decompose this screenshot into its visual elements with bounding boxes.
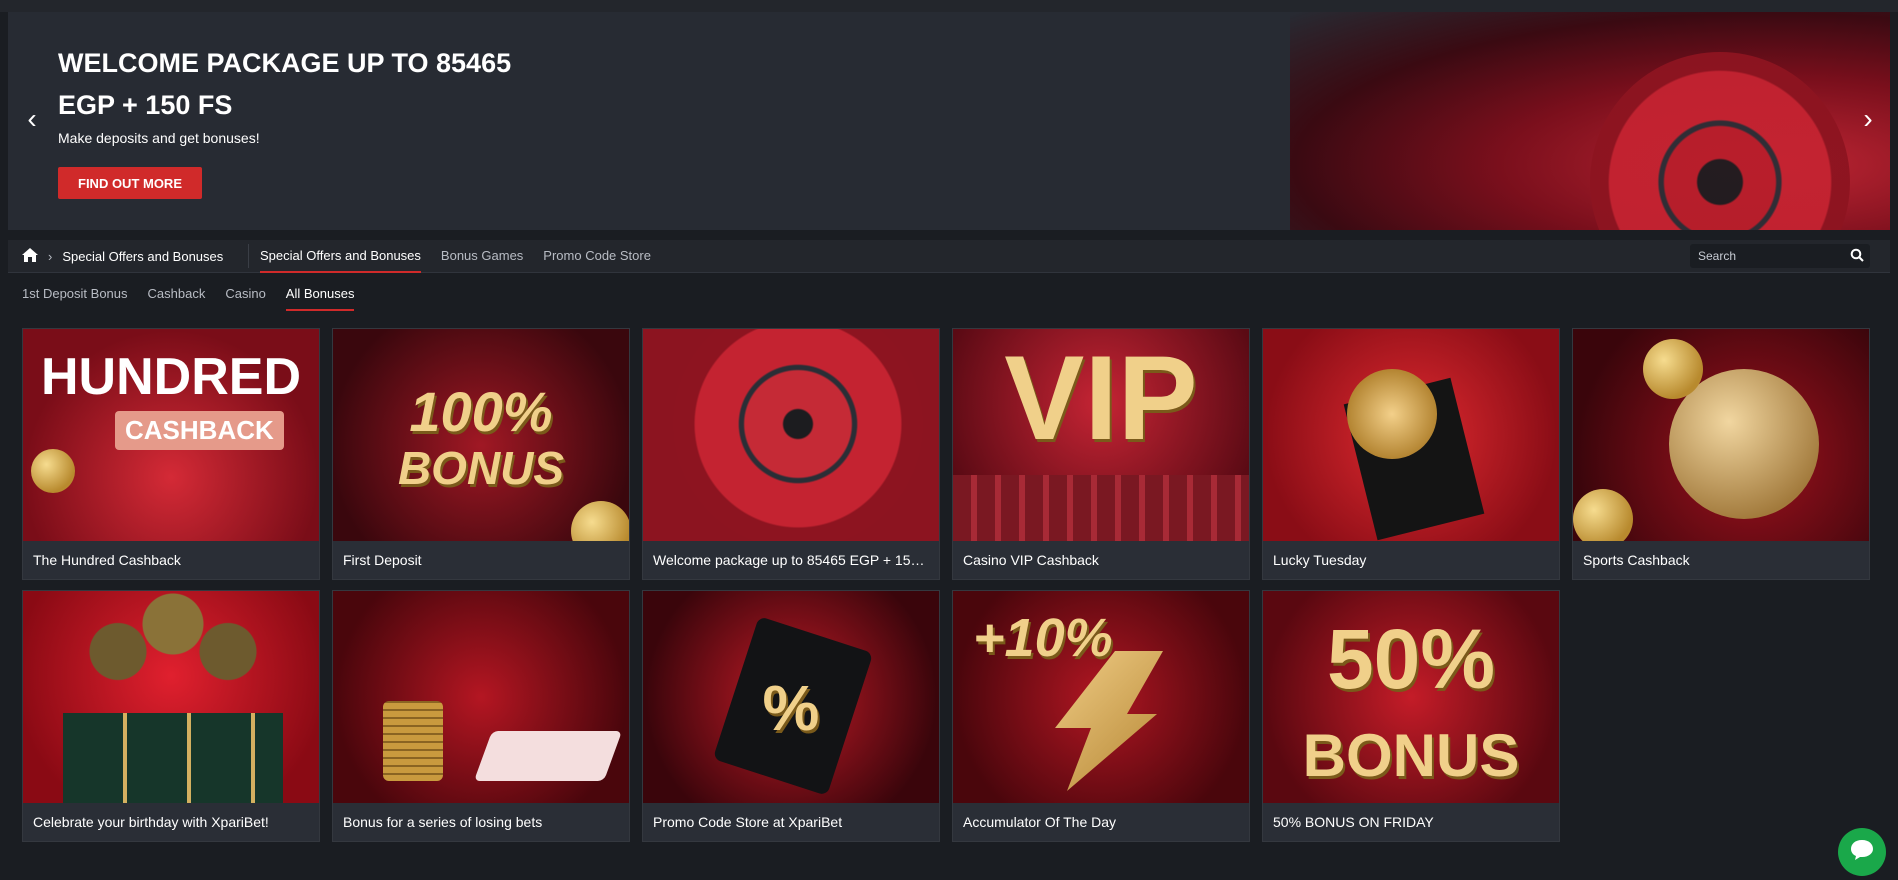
filter-casino[interactable]: Casino xyxy=(225,286,265,311)
find-out-more-button[interactable]: FIND OUT MORE xyxy=(58,167,202,199)
bonus-card-image: 100% BONUS xyxy=(333,329,629,541)
cash-stacks-image xyxy=(953,475,1249,541)
tab-bonus-games[interactable]: Bonus Games xyxy=(441,248,523,273)
gift-boxes-image xyxy=(63,713,283,803)
coin-stack-image xyxy=(383,701,443,781)
roulette-wheel-image xyxy=(1590,52,1850,230)
hero-subtitle: Make deposits and get bonuses! xyxy=(58,130,260,146)
bonus-card-image: 50% BONUS xyxy=(1263,591,1559,803)
card-art-text: +10% xyxy=(973,608,1113,668)
home-icon[interactable] xyxy=(22,248,38,265)
chevron-right-icon[interactable]: › xyxy=(1856,105,1880,133)
ball-image xyxy=(1573,489,1633,541)
bonus-card[interactable]: HUNDRED CASHBACK The Hundred Cashback xyxy=(22,328,320,580)
card-art-text: 50% xyxy=(1326,612,1496,706)
hero-banner[interactable]: WELCOME PACKAGE UP TO 85465 EGP + 150 FS… xyxy=(8,12,1890,230)
bonus-card-image: VIP xyxy=(953,329,1249,541)
divider xyxy=(248,244,249,268)
bonus-card[interactable]: +10% Accumulator Of The Day xyxy=(952,590,1250,842)
bonus-card[interactable]: Lucky Tuesday xyxy=(1262,328,1560,580)
search-input[interactable] xyxy=(1690,248,1840,264)
bonus-card[interactable]: Welcome package up to 85465 EGP + 150 FS xyxy=(642,328,940,580)
bonus-card[interactable]: 50% BONUS 50% BONUS ON FRIDAY xyxy=(1262,590,1560,842)
bonus-card-title: The Hundred Cashback xyxy=(33,552,181,568)
bonus-card-image xyxy=(643,329,939,541)
hero-roulette-art xyxy=(1290,12,1890,230)
bonus-card-title: Accumulator Of The Day xyxy=(963,814,1117,830)
coin-image xyxy=(31,449,75,493)
bonus-card-title: Celebrate your birthday with XpariBet! xyxy=(33,814,269,830)
bonus-card[interactable]: 100% BONUS First Deposit xyxy=(332,328,630,580)
chevron-right-icon: › xyxy=(48,249,53,264)
bonus-card-image xyxy=(1263,329,1559,541)
bonus-card-image xyxy=(1573,329,1869,541)
bonus-card-image: HUNDRED CASHBACK xyxy=(23,329,319,541)
breadcrumb-current[interactable]: Special Offers and Bonuses xyxy=(62,249,223,264)
bonus-card-title: Sports Cashback xyxy=(1583,552,1690,568)
card-art-text: VIP xyxy=(1004,331,1198,465)
card-art-text: HUNDRED xyxy=(41,348,301,406)
search-box xyxy=(1690,244,1870,268)
bonus-card-title: Lucky Tuesday xyxy=(1273,552,1367,568)
bonus-card[interactable]: % Promo Code Store at XpariBet xyxy=(642,590,940,842)
lightning-icon xyxy=(1055,651,1163,791)
bonus-card-image: +10% xyxy=(953,591,1249,803)
balloons-image xyxy=(63,591,283,701)
tab-bar: Special Offers and Bonuses Bonus Games P… xyxy=(260,248,651,273)
bonus-card-title: 50% BONUS ON FRIDAY xyxy=(1273,814,1434,830)
filter-all-bonuses[interactable]: All Bonuses xyxy=(285,286,355,311)
bonus-card-title: Promo Code Store at XpariBet xyxy=(653,814,843,830)
bonus-card-image xyxy=(333,591,629,803)
chat-button[interactable] xyxy=(1838,828,1886,876)
tab-promo-code-store[interactable]: Promo Code Store xyxy=(543,248,651,273)
bonus-card[interactable]: Bonus for a series of losing bets xyxy=(332,590,630,842)
card-art-subtext: CASHBACK xyxy=(115,411,284,450)
hero-title: WELCOME PACKAGE UP TO 85465 EGP + 150 FS xyxy=(58,48,512,120)
chevron-left-icon[interactable]: ‹ xyxy=(20,105,44,133)
card-art-text: 100% xyxy=(409,380,553,443)
bonus-card-image xyxy=(23,591,319,803)
ball-image xyxy=(571,501,629,541)
bonus-card[interactable]: VIP Casino VIP Cashback xyxy=(952,328,1250,580)
bonus-card-image: % xyxy=(643,591,939,803)
filter-tabs: 1st Deposit Bonus Cashback Casino All Bo… xyxy=(22,286,355,311)
bonus-card[interactable]: Celebrate your birthday with XpariBet! xyxy=(22,590,320,842)
top-strip xyxy=(0,0,1898,12)
coin-image xyxy=(1643,339,1703,399)
bonus-card-title: Casino VIP Cashback xyxy=(963,552,1099,568)
bonus-card-title: Welcome package up to 85465 EGP + 150 FS xyxy=(653,552,939,568)
roulette-wheel-image xyxy=(673,329,923,541)
chat-bubble-icon xyxy=(1849,838,1875,867)
bonus-card[interactable]: Sports Cashback xyxy=(1572,328,1870,580)
bonus-card-title: Bonus for a series of losing bets xyxy=(343,814,543,830)
tab-special-offers[interactable]: Special Offers and Bonuses xyxy=(260,248,421,273)
bonus-grid: HUNDRED CASHBACK The Hundred Cashback 10… xyxy=(22,328,1872,842)
phone-image xyxy=(473,731,623,781)
card-art-text: % xyxy=(762,672,820,744)
bonus-card-title: First Deposit xyxy=(343,552,422,568)
search-icon[interactable] xyxy=(1850,248,1864,267)
filter-cashback[interactable]: Cashback xyxy=(148,286,206,311)
section-navbar: › Special Offers and Bonuses Special Off… xyxy=(8,240,1890,273)
card-art-subtext: BONUS xyxy=(397,442,565,494)
filter-1st-deposit-bonus[interactable]: 1st Deposit Bonus xyxy=(22,286,128,311)
breadcrumb: › Special Offers and Bonuses xyxy=(22,248,223,265)
clover-icon xyxy=(1347,369,1437,459)
card-art-subtext: BONUS xyxy=(1302,722,1520,789)
